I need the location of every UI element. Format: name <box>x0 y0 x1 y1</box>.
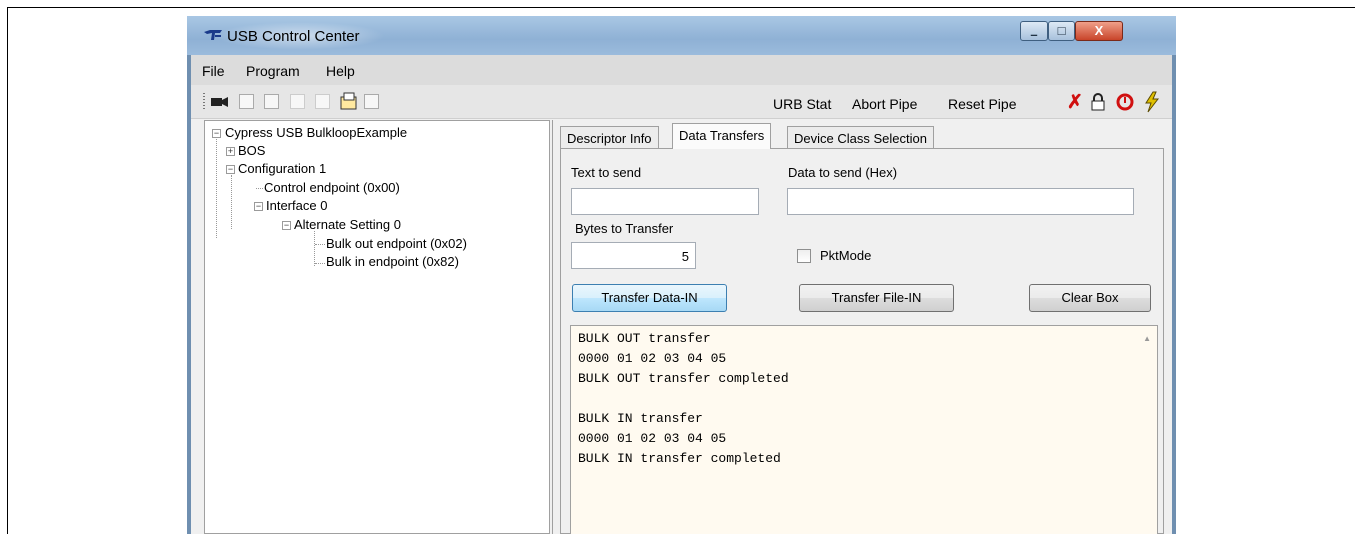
tools-icon[interactable] <box>315 94 330 109</box>
alert-icon[interactable] <box>1116 93 1134 111</box>
clear-box-button[interactable]: Clear Box <box>1029 284 1151 312</box>
minimize-icon: – <box>1030 27 1038 42</box>
transfer-data-in-button[interactable]: Transfer Data-IN <box>572 284 727 312</box>
menu-bar: File Program Help <box>191 55 1172 85</box>
abort-pipe-button[interactable]: Abort Pipe <box>852 96 917 112</box>
tree-alt-setting[interactable]: Alternate Setting 0 <box>294 217 401 232</box>
bytes-to-transfer-label: Bytes to Transfer <box>575 221 674 236</box>
title-bar[interactable]: USB Control Center – □ X <box>187 16 1176 55</box>
tree-interface[interactable]: Interface 0 <box>266 198 327 213</box>
tree-control-endpoint[interactable]: Control endpoint (0x00) <box>264 180 400 195</box>
collapse-config-icon[interactable]: − <box>226 165 235 174</box>
expand-bos-icon[interactable]: + <box>226 147 235 156</box>
tree-bos[interactable]: BOS <box>238 143 265 158</box>
log-line: 0000 01 02 03 04 05 <box>578 431 727 446</box>
maximize-icon: □ <box>1057 23 1066 38</box>
note-icon[interactable] <box>290 94 305 109</box>
collapse-interface-icon[interactable]: − <box>254 202 263 211</box>
hex-data-label: Data to send (Hex) <box>788 165 898 180</box>
timer-icon[interactable] <box>264 94 279 109</box>
camera-icon[interactable] <box>210 94 230 109</box>
play-icon[interactable] <box>364 94 379 109</box>
log-line: BULK OUT transfer completed <box>578 371 789 386</box>
toolbar-grip[interactable] <box>203 93 205 111</box>
reset-pipe-button[interactable]: Reset Pipe <box>948 96 1016 112</box>
log-line: BULK IN transfer <box>578 411 703 426</box>
output-log[interactable]: BULK OUT transfer 0000 01 02 03 04 05 BU… <box>570 325 1158 534</box>
stop-icon[interactable] <box>239 94 254 109</box>
hex-data-input[interactable] <box>787 188 1134 215</box>
tree-root[interactable]: Cypress USB BulkloopExample <box>225 125 407 140</box>
toolbar: URB Stat Abort Pipe Reset Pipe ✗ <box>191 85 1172 119</box>
right-panel: Descriptor Info Data Transfers Device Cl… <box>552 120 1172 534</box>
menu-program[interactable]: Program <box>246 63 300 79</box>
tab-descriptor-info[interactable]: Descriptor Info <box>560 126 659 148</box>
log-line: BULK OUT transfer <box>578 331 711 346</box>
bytes-to-transfer-input[interactable]: 5 <box>571 242 696 269</box>
pktmode-label: PktMode <box>820 248 872 263</box>
log-line: BULK IN transfer completed <box>578 451 781 466</box>
text-to-send-input[interactable] <box>571 188 759 215</box>
tree-bulk-out-endpoint[interactable]: Bulk out endpoint (0x02) <box>326 236 467 251</box>
tree-bulk-in-endpoint[interactable]: Bulk in endpoint (0x82) <box>326 254 459 269</box>
urb-stat-button[interactable]: URB Stat <box>773 96 831 112</box>
save-disk-icon[interactable] <box>339 92 359 111</box>
close-button[interactable]: X <box>1075 21 1123 41</box>
window-title: USB Control Center <box>227 28 360 45</box>
collapse-root-icon[interactable]: − <box>212 129 221 138</box>
window-client-area: File Program Help URB Stat Abort Pipe Re… <box>191 55 1172 534</box>
scroll-up-arrow-icon[interactable]: ▲ <box>1143 334 1151 343</box>
device-tree: − Cypress USB BulkloopExample + BOS − Co… <box>204 120 550 534</box>
lock-icon[interactable] <box>1089 93 1107 111</box>
delete-x-icon[interactable]: ✗ <box>1067 91 1083 114</box>
tab-device-class-selection[interactable]: Device Class Selection <box>787 126 934 148</box>
app-icon <box>204 30 222 40</box>
minimize-button[interactable]: – <box>1020 21 1048 42</box>
menu-help[interactable]: Help <box>326 63 355 79</box>
text-to-send-label: Text to send <box>571 165 642 180</box>
transfer-file-in-button[interactable]: Transfer File-IN <box>799 284 954 312</box>
log-line: 0000 01 02 03 04 05 <box>578 351 727 366</box>
lightning-icon[interactable] <box>1142 91 1162 113</box>
maximize-button[interactable]: □ <box>1048 21 1075 41</box>
collapse-alt-setting-icon[interactable]: − <box>282 221 291 230</box>
menu-file[interactable]: File <box>202 63 225 79</box>
data-transfers-panel: Text to send Data to send (Hex) Bytes to… <box>560 148 1164 534</box>
tree-configuration[interactable]: Configuration 1 <box>238 161 326 176</box>
pktmode-checkbox[interactable] <box>797 249 811 263</box>
page-frame-top <box>7 7 1355 8</box>
page-frame-left <box>7 7 8 534</box>
close-icon: X <box>1094 23 1104 38</box>
tab-data-transfers[interactable]: Data Transfers <box>672 123 772 149</box>
app-window: USB Control Center – □ X File Program He… <box>187 16 1176 534</box>
